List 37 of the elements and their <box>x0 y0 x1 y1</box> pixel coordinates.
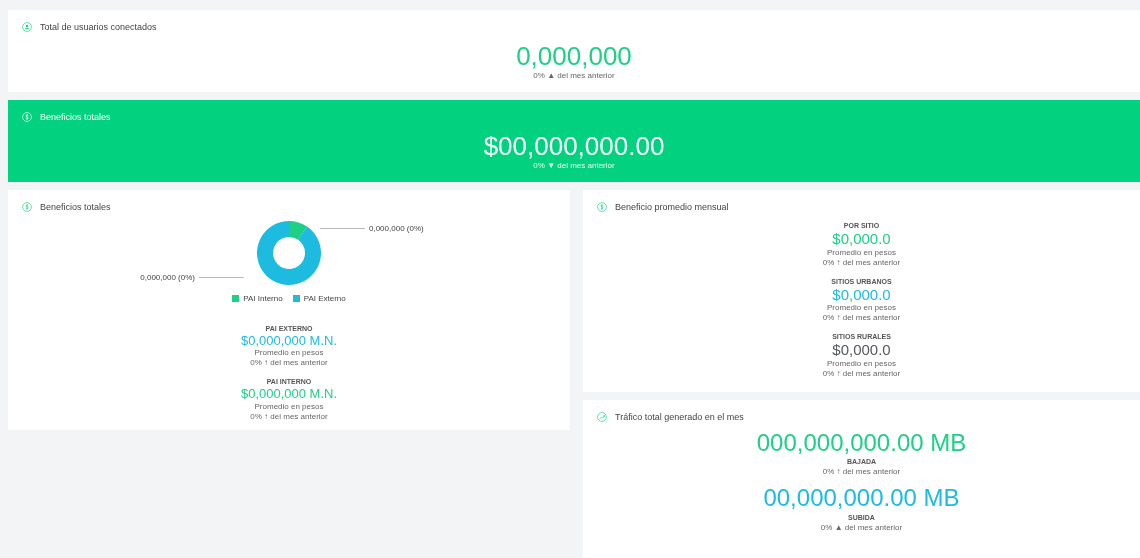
metric-value: 000,000,000.00 MB <box>756 430 967 457</box>
metric-value: $0,000,000 M.N. <box>240 387 338 402</box>
legend-label: PAI Interno <box>243 294 283 303</box>
metric-note: Promedio en pesos <box>827 303 896 313</box>
change-text: 0% ↑ del mes anterior <box>822 467 901 478</box>
user-icon <box>22 22 32 32</box>
stat-value: $00,000,000.00 <box>483 132 665 161</box>
legend-label: PAI Externo <box>303 294 346 303</box>
change-text: 0% ↑ del mes anterior <box>822 368 901 379</box>
card-title: Beneficio promedio mensual <box>615 202 729 212</box>
dollar-icon <box>22 112 32 122</box>
metric-note: Promedio en pesos <box>254 401 324 412</box>
card-title: Total de usuarios conectados <box>40 22 157 32</box>
card-title: Tráfico total generado en el mes <box>615 412 744 422</box>
slice-label: 0,000,000 (0%) <box>369 224 424 233</box>
metric-value: $0,000.0 <box>832 286 891 303</box>
stat-value: 0,000,000 <box>516 42 632 71</box>
metric-note: Promedio en pesos <box>254 348 324 359</box>
card-title: Beneficios totales <box>40 202 111 212</box>
chart-icon <box>597 412 607 422</box>
slice-label: 0,000,000 (0%) <box>140 273 195 282</box>
change-text: 0% ▼ del mes anterior <box>533 160 615 170</box>
metric-note: Promedio en pesos <box>827 358 896 369</box>
card-title: Beneficios totales <box>40 112 111 122</box>
dollar-icon <box>597 202 607 212</box>
metric-value: $0,000.0 <box>832 342 891 359</box>
change-text: 0% ↑ del mes anterior <box>250 358 328 369</box>
metric-note: Promedio en pesos <box>827 247 896 258</box>
change-text: 0% ↑ del mes anterior <box>822 257 901 268</box>
change-text: 0% ↑ del mes anterior <box>250 411 328 422</box>
metric-value: $0,000,000 M.N. <box>240 334 338 349</box>
metric-value: $0,000.0 <box>832 231 891 248</box>
dollar-icon <box>22 202 32 212</box>
change-text: 0% ▲ del mes anterior <box>533 70 615 80</box>
change-text: 0% ▲ del mes anterior <box>820 522 903 533</box>
change-text: 0% ↑ del mes anterior <box>822 313 901 323</box>
metric-value: 00,000,000.00 MB <box>763 485 960 512</box>
